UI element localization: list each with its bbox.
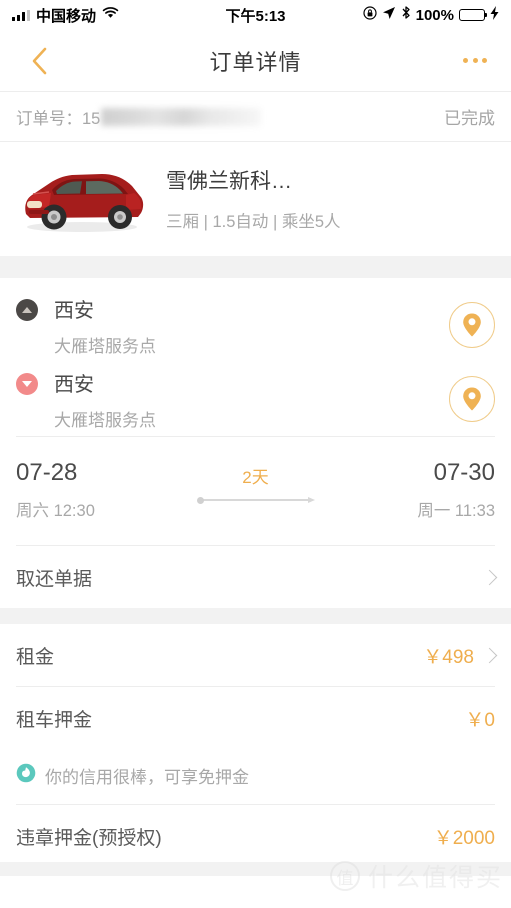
location-arrow-icon — [382, 6, 396, 25]
documents-label: 取还单据 — [16, 568, 93, 590]
wifi-icon — [102, 6, 119, 24]
pickup-map-pin-button[interactable] — [449, 302, 495, 348]
page-title: 订单详情 — [209, 49, 302, 75]
return-location-text: 西安 大雁塔服务点 — [54, 368, 156, 431]
status-badge: 已完成 — [444, 109, 495, 128]
section-gap — [0, 256, 511, 278]
pickup-date: 07-28 — [16, 459, 78, 486]
map-pin-icon — [463, 387, 481, 411]
car-details: 雪佛兰新科… 三厢 | 1.5自动 | 乘坐5人 — [166, 165, 341, 232]
documents-right — [481, 569, 498, 585]
car-spec: 三厢 | 1.5自动 | 乘坐5人 — [166, 212, 341, 231]
section-gap — [0, 608, 511, 624]
order-detail-screen: 中国移动 下午5:13 100% 订单详情 订单号：15 已完成 雪佛兰新科… … — [0, 0, 511, 908]
return-city: 西安 — [54, 374, 94, 396]
pickup-weekday-time: 周六 12:30 — [16, 502, 95, 520]
violation-deposit-row: 违章押金(预授权) ￥2000 — [0, 805, 511, 867]
violation-deposit-value: ￥2000 — [433, 827, 495, 849]
status-bar: 中国移动 下午5:13 100% — [0, 0, 511, 30]
status-bar-right: 100% — [286, 5, 499, 25]
pickup-location-row[interactable]: 西安 大雁塔服务点 — [16, 284, 495, 358]
lightning-bolt-icon — [490, 5, 499, 25]
duration-indicator: 2天 — [126, 459, 385, 504]
rotation-lock-icon — [363, 5, 377, 25]
triangle-down-marker-icon — [16, 373, 38, 395]
order-number-redacted — [101, 107, 262, 126]
car-deposit-label: 租车押金 — [16, 709, 93, 731]
triangle-up-marker-icon — [16, 299, 38, 321]
bluetooth-icon — [401, 5, 411, 25]
back-button[interactable] — [22, 44, 56, 78]
rent-right: ￥498 — [423, 642, 498, 669]
bottom-section-gap — [0, 862, 511, 876]
return-map-pin-button[interactable] — [449, 376, 495, 422]
duration-connector — [196, 496, 315, 504]
more-dot — [463, 58, 468, 63]
battery-percent-label: 100% — [415, 6, 454, 24]
return-location-row[interactable]: 西安 大雁塔服务点 — [16, 358, 495, 432]
car-info-card[interactable]: 雪佛兰新科… 三厢 | 1.5自动 | 乘坐5人 — [0, 142, 511, 256]
credit-notice-row: 你的信用很棒，可享免押金 — [0, 749, 511, 804]
return-date: 07-30 — [433, 459, 495, 486]
documents-row[interactable]: 取还单据 — [0, 546, 511, 608]
pickup-date-column: 07-28 周六 12:30 — [16, 459, 126, 521]
locations-section: 西安 大雁塔服务点 西安 大雁塔服务点 — [0, 278, 511, 436]
pickup-store: 大雁塔服务点 — [54, 337, 156, 356]
map-pin-icon — [463, 313, 481, 337]
car-name: 雪佛兰新科… — [166, 169, 292, 193]
credit-notice-text: 你的信用很棒，可享免押金 — [45, 768, 249, 787]
rent-label: 租金 — [16, 646, 55, 668]
chevron-left-icon — [32, 47, 46, 74]
carrier-label: 中国移动 — [36, 7, 97, 25]
car-deposit-row: 租车押金 ￥0 — [0, 687, 511, 749]
return-weekday-time: 周一 11:33 — [417, 502, 495, 520]
red-sedan-car-photo — [16, 160, 148, 236]
status-bar-center: 下午5:13 — [225, 5, 285, 26]
chevron-right-icon — [481, 647, 498, 663]
pickup-location-text: 西安 大雁塔服务点 — [54, 294, 156, 357]
clock-label: 下午5:13 — [225, 7, 286, 25]
violation-deposit-label: 违章押金(预授权) — [16, 827, 162, 849]
return-store: 大雁塔服务点 — [54, 411, 156, 430]
more-dot — [472, 58, 478, 63]
signal-bars-icon — [12, 9, 30, 21]
return-date-column: 07-30 周一 11:33 — [385, 459, 495, 521]
sesame-credit-icon — [16, 763, 36, 788]
status-bar-left: 中国移动 — [12, 5, 225, 26]
rent-row[interactable]: 租金 ￥498 — [0, 624, 511, 686]
order-number-label: 订单号：15 — [16, 109, 101, 128]
rent-value: ￥498 — [423, 646, 474, 668]
duration-label: 2天 — [242, 468, 269, 487]
more-dot — [482, 58, 487, 63]
navigation-bar: 订单详情 — [0, 30, 511, 92]
car-deposit-right: ￥0 — [465, 705, 495, 732]
chevron-right-icon — [481, 569, 498, 585]
violation-deposit-right: ￥2000 — [434, 823, 495, 850]
battery-icon — [459, 9, 488, 21]
pickup-city: 西安 — [54, 300, 94, 322]
order-number-row: 订单号：15 已完成 — [0, 92, 511, 142]
more-options-button[interactable] — [463, 58, 487, 63]
car-deposit-value: ￥0 — [465, 709, 495, 731]
order-number: 订单号：15 — [16, 105, 262, 129]
rental-period-section: 07-28 周六 12:30 2天 07-30 周一 11:33 — [0, 437, 511, 545]
